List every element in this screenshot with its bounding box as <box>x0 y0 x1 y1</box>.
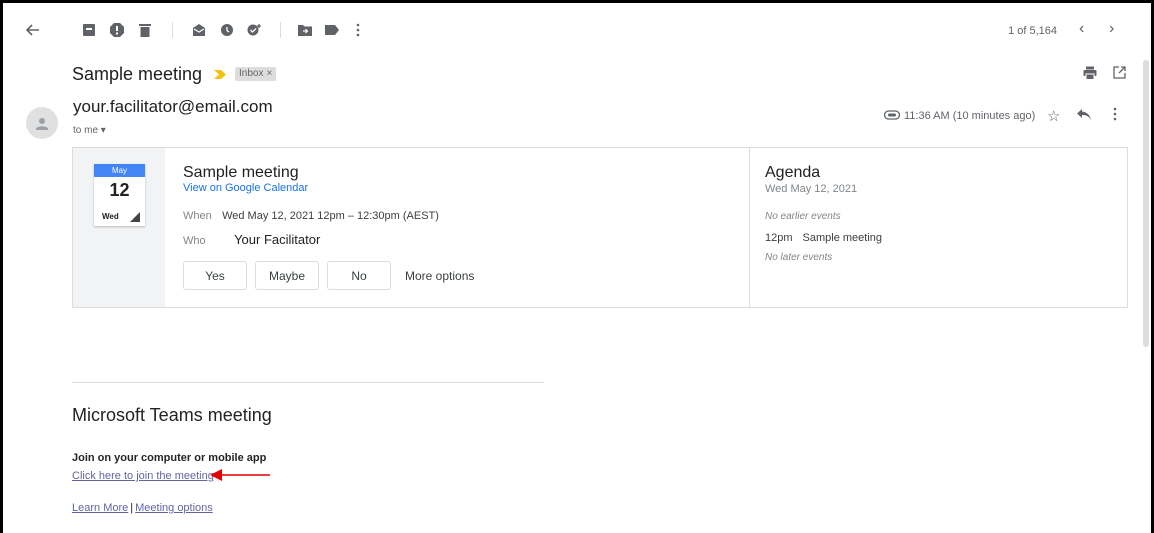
annotation-arrow-icon <box>210 469 270 481</box>
calendar-day: 12 <box>109 180 130 200</box>
agenda-title: Agenda <box>765 164 821 181</box>
pager-count: 1 of 5,164 <box>1008 25 1057 37</box>
event-who-row: Who Your Facilitator <box>183 232 320 247</box>
star-icon[interactable]: ☆ <box>1047 107 1060 125</box>
sender-address: your.facilitator@email.com <box>73 97 273 116</box>
who-value: Your Facilitator <box>234 232 321 247</box>
toolbar-separator <box>280 22 281 38</box>
reply-icon[interactable] <box>1077 107 1091 124</box>
calendar-fold-icon <box>130 212 140 222</box>
delete-icon[interactable] <box>136 21 154 39</box>
calendar-weekday: Wed <box>102 212 119 221</box>
archive-icon[interactable] <box>80 21 98 39</box>
more-options-link[interactable]: More options <box>405 269 474 283</box>
event-when-row: When Wed May 12, 2021 12pm – 12:30pm (AE… <box>183 210 439 222</box>
teams-footer-links: Learn More | Meeting options <box>72 502 213 514</box>
mail-toolbar: 1 of 5,164 ‹ › <box>0 10 1154 50</box>
agenda-event-name: Sample meeting <box>802 232 883 244</box>
learn-more-link[interactable]: Learn More <box>72 502 128 514</box>
agenda-no-later: No later events <box>765 252 833 263</box>
rsvp-yes-button[interactable]: Yes <box>183 261 247 290</box>
importance-marker-icon[interactable] <box>214 70 226 79</box>
add-task-icon[interactable] <box>246 21 264 39</box>
rsvp-no-button[interactable]: No <box>327 261 391 290</box>
remove-label-icon[interactable]: × <box>266 68 272 79</box>
recipient-dropdown[interactable]: to me ▾ <box>73 125 106 136</box>
meeting-options-link[interactable]: Meeting options <box>135 502 213 514</box>
email-timestamp: 11:36 AM (10 minutes ago) <box>904 110 1036 122</box>
rsvp-maybe-button[interactable]: Maybe <box>255 261 319 290</box>
card-divider <box>749 148 750 307</box>
who-label: Who <box>183 235 206 247</box>
teams-meeting-title: Microsoft Teams meeting <box>72 405 272 425</box>
calendar-month: May <box>94 164 145 177</box>
scrollbar-thumb[interactable] <box>1143 60 1149 347</box>
calendar-date-panel: May 12 Wed <box>73 148 165 307</box>
join-instruction: Join on your computer or mobile app <box>72 452 267 464</box>
join-meeting-link[interactable]: Click here to join the meeting <box>72 470 214 482</box>
sender-avatar <box>26 107 58 139</box>
more-options-icon[interactable] <box>1113 107 1117 125</box>
label-text: Inbox <box>239 68 264 79</box>
report-spam-icon[interactable] <box>108 21 126 39</box>
toolbar-separator <box>172 22 173 38</box>
section-divider <box>72 382 544 383</box>
view-on-google-calendar-link[interactable]: View on Google Calendar <box>183 182 308 194</box>
more-vert-icon[interactable] <box>349 21 367 39</box>
agenda-event[interactable]: 12pm Sample meeting <box>765 232 882 244</box>
agenda-no-earlier: No earlier events <box>765 211 841 222</box>
snooze-icon[interactable] <box>218 21 236 39</box>
event-title: Sample meeting <box>183 164 299 181</box>
open-new-window-icon[interactable] <box>1113 66 1127 80</box>
next-email-icon[interactable]: › <box>1109 20 1114 38</box>
previous-email-icon[interactable]: ‹ <box>1079 20 1084 38</box>
print-icon[interactable] <box>1083 66 1097 80</box>
when-value: Wed May 12, 2021 12pm – 12:30pm (AEST) <box>222 210 439 222</box>
attachment-icon <box>884 110 900 120</box>
email-subject: Sample meeting <box>72 64 203 84</box>
agenda-date: Wed May 12, 2021 <box>765 183 858 195</box>
move-to-icon[interactable] <box>296 21 314 39</box>
back-arrow-icon[interactable] <box>24 21 42 39</box>
calendar-invite-card: May 12 Wed Sample meeting View on Google… <box>72 147 1128 308</box>
agenda-event-time: 12pm <box>765 232 793 244</box>
calendar-date-icon: May 12 Wed <box>94 164 145 226</box>
link-separator: | <box>130 502 134 514</box>
person-icon <box>36 118 48 130</box>
when-label: When <box>183 210 212 222</box>
labels-icon[interactable] <box>323 21 341 39</box>
inbox-label-chip: Inbox × <box>235 67 277 81</box>
mark-unread-icon[interactable] <box>190 21 208 39</box>
